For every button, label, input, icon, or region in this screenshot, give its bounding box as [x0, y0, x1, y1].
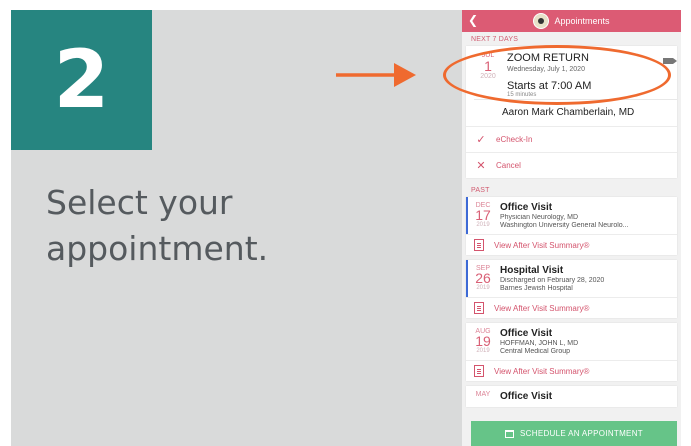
cancel-button[interactable]: ✕ Cancel	[466, 152, 677, 178]
echeck-in-label: eCheck-In	[496, 135, 533, 144]
past-appointment-card[interactable]: DEC 17 2019 Office Visit Physician Neuro…	[466, 197, 677, 255]
appointment-detail: Physician Neurology, MD	[500, 214, 579, 221]
app-title: Appointments	[554, 16, 610, 26]
section-past: PAST	[471, 187, 490, 194]
x-icon: ✕	[476, 159, 486, 172]
step-number: 2	[53, 33, 110, 126]
past-appointment-card[interactable]: SEP 26 2019 Hospital Visit Discharged on…	[466, 260, 677, 318]
schedule-label: SCHEDULE AN APPOINTMENT	[520, 429, 643, 438]
video-camera-icon	[663, 58, 677, 64]
view-avs-link[interactable]: View After Visit Summary®	[466, 360, 677, 381]
appointment-detail: Discharged on February 28, 2020	[500, 277, 605, 284]
date-year: 2019	[476, 222, 490, 228]
date-month: MAY	[475, 391, 491, 398]
app-logo-icon	[533, 13, 550, 29]
step-number-box: 2	[11, 10, 152, 150]
appointment-title: Office Visit	[500, 391, 553, 402]
view-avs-link[interactable]: View After Visit Summary®	[466, 297, 677, 318]
view-avs-label: View After Visit Summary®	[494, 303, 590, 313]
section-next-7-days: NEXT 7 DAYS	[471, 36, 519, 43]
app-header: ❮ Appointments	[462, 10, 681, 32]
date-year: 2019	[476, 285, 490, 291]
calendar-icon	[505, 429, 515, 438]
checkmark-icon: ✓	[476, 133, 486, 146]
appointment-detail: HOFFMAN, JOHN L, MD	[500, 340, 579, 347]
arrow-right-icon	[336, 63, 416, 87]
document-icon	[474, 302, 484, 314]
appointment-title: Office Visit	[500, 202, 553, 213]
schedule-appointment-button[interactable]: SCHEDULE AN APPOINTMENT	[471, 421, 677, 446]
document-icon	[474, 365, 484, 377]
appointment-title: Hospital Visit	[500, 265, 564, 276]
document-icon	[474, 239, 484, 251]
date-day: 26	[475, 270, 491, 286]
view-avs-link[interactable]: View After Visit Summary®	[466, 234, 677, 255]
date-day: 17	[475, 207, 491, 223]
date-day: 19	[475, 333, 491, 349]
view-avs-label: View After Visit Summary®	[494, 366, 590, 376]
highlight-oval	[443, 45, 671, 105]
date-year: 2019	[476, 348, 490, 354]
instruction-text: Select your appointment.	[46, 183, 269, 268]
past-appointment-card[interactable]: AUG 19 2019 Office Visit HOFFMAN, JOHN L…	[466, 323, 677, 381]
appointment-location: Barnes Jewish Hospital	[500, 285, 573, 292]
past-appointment-card[interactable]: MAY Office Visit	[466, 386, 677, 407]
chevron-left-icon[interactable]: ❮	[468, 13, 478, 27]
appointment-title: Office Visit	[500, 328, 553, 339]
cancel-label: Cancel	[496, 161, 521, 170]
appointment-location: Washington University General Neurolo...	[500, 222, 629, 229]
view-avs-label: View After Visit Summary®	[494, 240, 590, 250]
echeck-in-button[interactable]: ✓ eCheck-In	[466, 126, 677, 152]
appointment-location: Central Medical Group	[500, 348, 571, 355]
